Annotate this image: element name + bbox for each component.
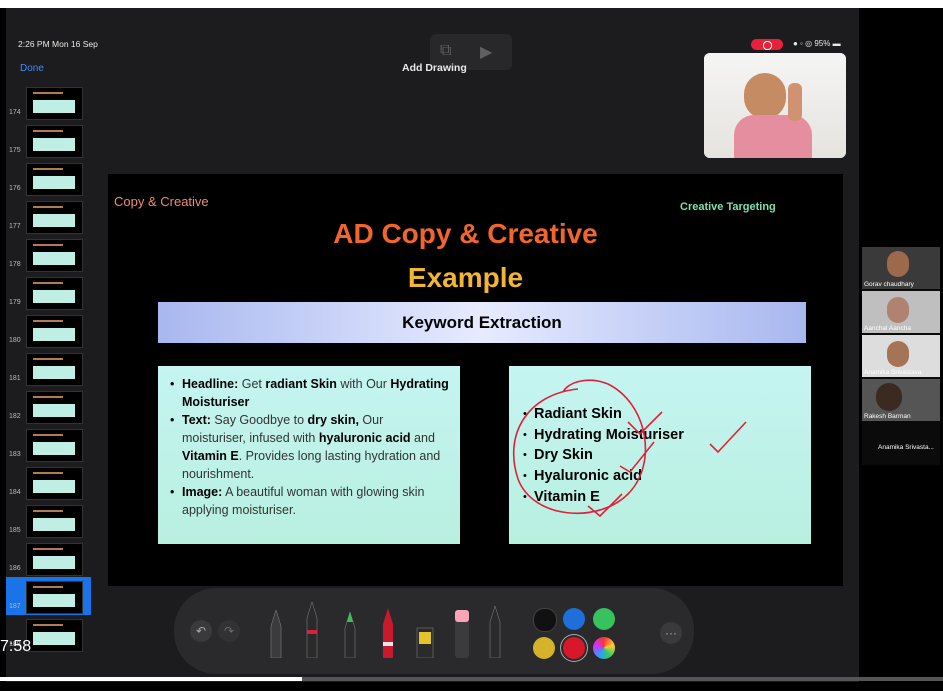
slide-thumbnail[interactable] [26, 353, 83, 386]
battery-status: ● ◦ ◎ 95% ▬ [793, 39, 841, 48]
markup-toolbar: ↶ ↷ ··· [174, 588, 694, 674]
participant-tile[interactable]: Anamika Srivasta... [862, 423, 940, 465]
annotation-checkmark [619, 441, 655, 474]
ipad-screen: 2:26 PM Mon 16 Sep ⧉ ▶ Done Add Drawing … [6, 8, 859, 682]
annotation-checkmark [587, 493, 623, 518]
participant-name: Rakesh Barman [864, 413, 911, 420]
highlighter-icon[interactable] [415, 618, 435, 658]
slide-number: 181 [9, 375, 21, 382]
ad-copy-list: Headline: Get radiant Skin with Our Hydr… [158, 366, 460, 519]
slide-thumbnail[interactable] [26, 239, 83, 272]
top-strip [0, 0, 943, 8]
annotation-checkmark [709, 421, 747, 454]
color-black-swatch[interactable] [533, 608, 557, 632]
slide-number: 176 [9, 185, 21, 192]
marker-green-icon[interactable] [343, 610, 357, 658]
annotation-checkmark [627, 411, 663, 436]
participants-panel: Gorav chaudhary Aanchal Aancha Anamika S… [862, 247, 940, 465]
slide-number: 177 [9, 223, 21, 230]
participant-tile[interactable]: Gorav chaudhary [862, 247, 940, 289]
slide-thumbnail[interactable] [26, 315, 83, 348]
slide-number: 174 [9, 109, 21, 116]
status-time: 2:26 PM Mon 16 Sep [18, 39, 98, 49]
participant-tile[interactable]: Anamika Srivastava [862, 335, 940, 377]
recording-indicator [751, 39, 783, 50]
image-item: Image: A beautiful woman with glowing sk… [170, 483, 450, 519]
eraser-icon[interactable] [453, 606, 471, 658]
slide-thumbnail[interactable] [26, 163, 83, 196]
color-green-swatch[interactable] [593, 608, 615, 630]
slide-corner-label: Copy & Creative [114, 194, 209, 209]
slide-number: 182 [9, 413, 21, 420]
slide-thumbnail[interactable] [26, 201, 83, 234]
ink-annotations [513, 379, 747, 518]
video-progress-fill [0, 677, 302, 681]
undo-button[interactable]: ↶ [190, 620, 212, 642]
webcam-preview[interactable] [704, 53, 846, 158]
annotation-circle [513, 379, 647, 514]
slide-number: 178 [9, 261, 21, 268]
slide-thumbnail[interactable] [26, 429, 83, 462]
slide-number: 175 [9, 147, 21, 154]
keyword-banner: Keyword Extraction [158, 302, 806, 343]
slide-title: AD Copy & Creative [333, 218, 598, 249]
pen-icon[interactable] [305, 600, 319, 658]
slide-thumbnail[interactable] [26, 391, 83, 424]
video-timestamp: 7:58 [0, 638, 32, 655]
page-title: Add Drawing [402, 62, 467, 74]
slide-subtitle: Example [407, 262, 524, 293]
video-progress-bar[interactable] [0, 677, 943, 681]
marker-red-icon[interactable] [381, 606, 395, 658]
slide-thumbnail[interactable] [26, 543, 83, 576]
slide-thumbnail[interactable] [26, 125, 83, 158]
participant-name: Anamika Srivasta... [878, 444, 934, 451]
slide-thumbnail[interactable] [26, 619, 83, 652]
text-item: Text: Say Goodbye to dry skin, Our moist… [170, 411, 450, 483]
slide-number: 180 [9, 337, 21, 344]
lasso-icon[interactable] [488, 604, 502, 658]
slide-thumbnail[interactable] [26, 581, 83, 614]
monoline-pen-icon[interactable] [269, 608, 283, 658]
screen-share-icon[interactable]: ⧉ [440, 42, 451, 60]
slide-number: 184 [9, 489, 21, 496]
ad-copy-box: Headline: Get radiant Skin with Our Hydr… [158, 366, 460, 544]
participant-name: Aanchal Aancha [864, 325, 911, 332]
slide-number: 179 [9, 299, 21, 306]
participant-name: Anamika Srivastava [864, 369, 922, 376]
color-red-swatch[interactable] [563, 637, 585, 659]
color-blue-swatch[interactable] [563, 608, 585, 630]
slide-number: 186 [9, 565, 21, 572]
slide-canvas[interactable]: Copy & Creative Creative Targeting AD Co… [108, 174, 843, 586]
participant-tile[interactable]: Aanchal Aancha [862, 291, 940, 333]
slide-thumbnail[interactable] [26, 277, 83, 310]
participant-tile[interactable]: Rakesh Barman [862, 379, 940, 421]
redo-button[interactable]: ↷ [218, 620, 240, 642]
color-yellow-swatch[interactable] [533, 637, 555, 659]
slide-thumbnail[interactable] [26, 505, 83, 538]
headline-item: Headline: Get radiant Skin with Our Hydr… [170, 375, 450, 411]
slide-number: 185 [9, 527, 21, 534]
slide-thumbnail[interactable] [26, 467, 83, 500]
done-button[interactable]: Done [20, 63, 44, 74]
more-options-icon[interactable]: ··· [660, 622, 682, 644]
slide-thumbnail[interactable] [26, 87, 83, 120]
video-icon[interactable]: ▶ [480, 42, 492, 62]
slide-number: 187 [9, 603, 21, 610]
slide-thumbnail-list[interactable]: 174 175 176 177 178 179 180 181 182 183 184 185 186 1… [6, 83, 92, 673]
participant-name: Gorav chaudhary [864, 281, 914, 288]
color-picker-icon[interactable] [593, 637, 615, 659]
slide-corner-right-label: Creative Targeting [680, 201, 776, 213]
slide-number: 183 [9, 451, 21, 458]
